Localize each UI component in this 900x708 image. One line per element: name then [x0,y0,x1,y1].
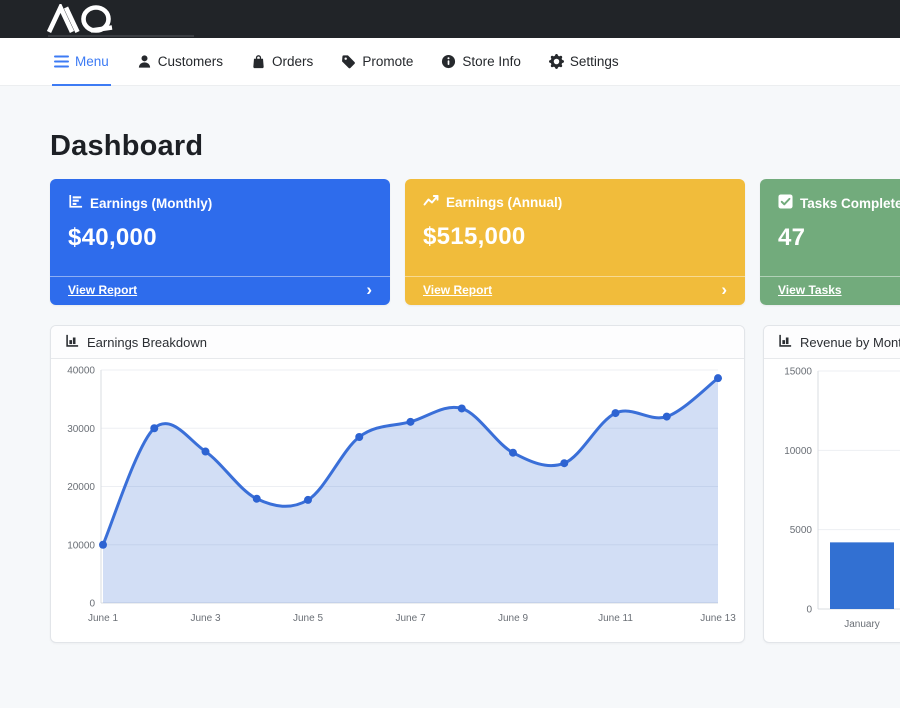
svg-text:0: 0 [89,599,95,610]
stat-card-link-label[interactable]: View Report [423,283,492,297]
stat-card-link-label[interactable]: View Report [68,283,137,297]
bag-icon [251,54,266,69]
stat-card-link-label[interactable]: View Tasks [778,283,842,297]
dashboard-page: Dashboard Earnings (Monthly) $40,000 Vie… [0,130,900,643]
gear-icon [549,54,564,69]
svg-text:June 5: June 5 [293,613,323,624]
svg-text:10000: 10000 [67,540,95,551]
svg-text:5000: 5000 [790,525,813,536]
svg-text:0: 0 [806,605,812,616]
stat-card-title: Earnings (Monthly) [90,196,212,211]
svg-text:June 13: June 13 [700,613,736,624]
line-chart-icon [423,194,439,211]
svg-text:20000: 20000 [67,482,95,493]
svg-text:June 9: June 9 [498,613,528,624]
view-report-link-annual[interactable]: View Report › [405,276,745,305]
nav-item-customers[interactable]: Customers [135,38,225,85]
stat-card-value: 47 [778,224,900,252]
chevron-right-icon: › [366,284,372,296]
view-report-link-monthly[interactable]: View Report › [50,276,390,305]
revenue-by-month-card: Revenue by Month 0 5000 10000 15000 January [763,325,900,643]
stat-card-earnings-monthly: Earnings (Monthly) $40,000 View Report › [50,179,390,305]
svg-text:June 11: June 11 [598,613,633,624]
svg-text:30000: 30000 [67,424,95,435]
stat-card-title: Earnings (Annual) [446,195,562,210]
active-tab-underline [52,84,111,86]
revenue-by-month-chart: 0 5000 10000 15000 January [764,359,900,642]
svg-text:June 1: June 1 [88,613,118,624]
stat-card-earnings-annual: Earnings (Annual) $515,000 View Report › [405,179,745,305]
stat-card-tasks-completed: Tasks Completed 47 View Tasks › [760,179,900,305]
logo-underline-divider [48,35,194,37]
nav-item-label: Orders [272,54,313,69]
nav-item-orders[interactable]: Orders [249,38,315,85]
nav-item-promote[interactable]: Promote [339,38,415,85]
chevron-right-icon: › [721,284,727,296]
nav-item-label: Promote [362,54,413,69]
tag-icon [341,54,356,69]
svg-text:10000: 10000 [784,446,812,457]
earnings-breakdown-card: Earnings Breakdown 0 10000 20000 30000 40000… [50,325,745,643]
charts-row: Earnings Breakdown 0 10000 20000 30000 40000… [50,325,900,643]
check-square-icon [778,194,793,212]
bar-chart-icon [65,334,79,351]
svg-text:40000: 40000 [67,366,95,377]
view-tasks-link[interactable]: View Tasks › [760,276,900,305]
svg-text:June 3: June 3 [190,613,220,624]
brand-logo-icon[interactable] [46,4,138,39]
hamburger-icon [54,55,69,68]
chart-card-title: Revenue by Month [800,335,900,350]
top-app-bar [0,0,900,38]
bar-chart-icon [68,194,83,212]
nav-item-label: Settings [570,54,619,69]
page-title: Dashboard [50,130,900,163]
stat-cards-row: Earnings (Monthly) $40,000 View Report › [50,179,900,305]
svg-text:January: January [844,619,880,630]
nav-item-label: Menu [75,54,109,69]
nav-item-menu[interactable]: Menu [52,38,111,85]
stat-card-title: Tasks Completed [800,196,900,211]
person-icon [137,54,152,69]
main-navigation: Menu Customers Orders Promote [0,38,900,86]
stat-card-value: $40,000 [68,224,372,252]
nav-item-settings[interactable]: Settings [547,38,621,85]
svg-text:15000: 15000 [784,367,812,378]
stat-card-value: $515,000 [423,223,727,251]
chart-card-title: Earnings Breakdown [87,335,207,350]
bar-chart-icon [778,334,792,351]
nav-item-label: Customers [158,54,223,69]
nav-item-store-info[interactable]: Store Info [439,38,523,85]
info-icon [441,54,456,69]
svg-text:June 7: June 7 [395,613,425,624]
earnings-breakdown-chart: 0 10000 20000 30000 40000 June 1 June 3 June 5 J… [51,359,744,642]
nav-item-label: Store Info [462,54,521,69]
